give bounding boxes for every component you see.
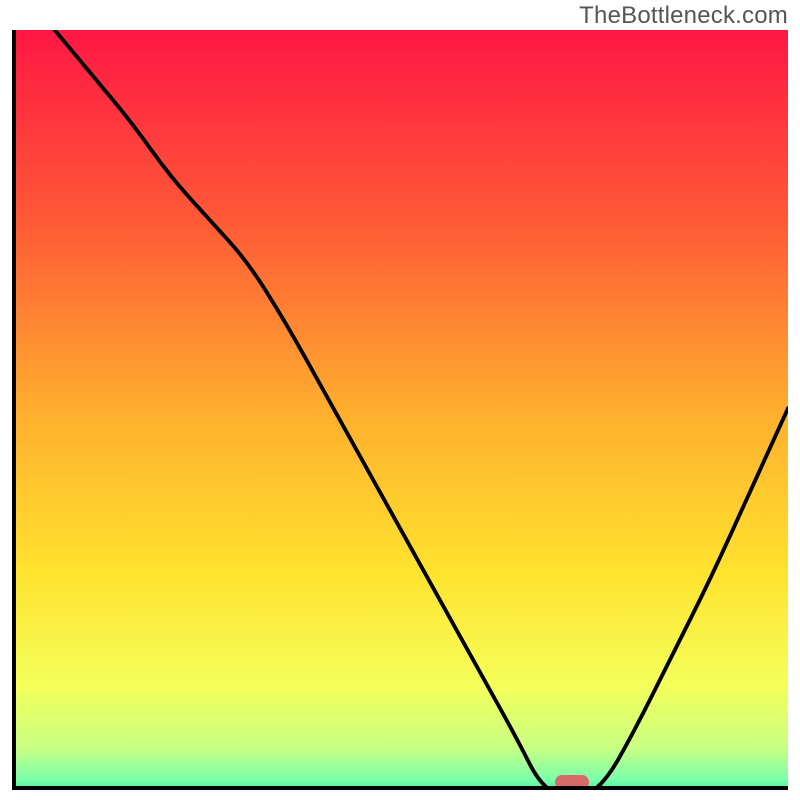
chart-container: TheBottleneck.com bbox=[0, 0, 800, 800]
watermark-text: TheBottleneck.com bbox=[579, 2, 788, 30]
plot-area bbox=[12, 30, 788, 790]
bottleneck-curve bbox=[16, 30, 788, 790]
minimum-marker bbox=[555, 775, 589, 789]
